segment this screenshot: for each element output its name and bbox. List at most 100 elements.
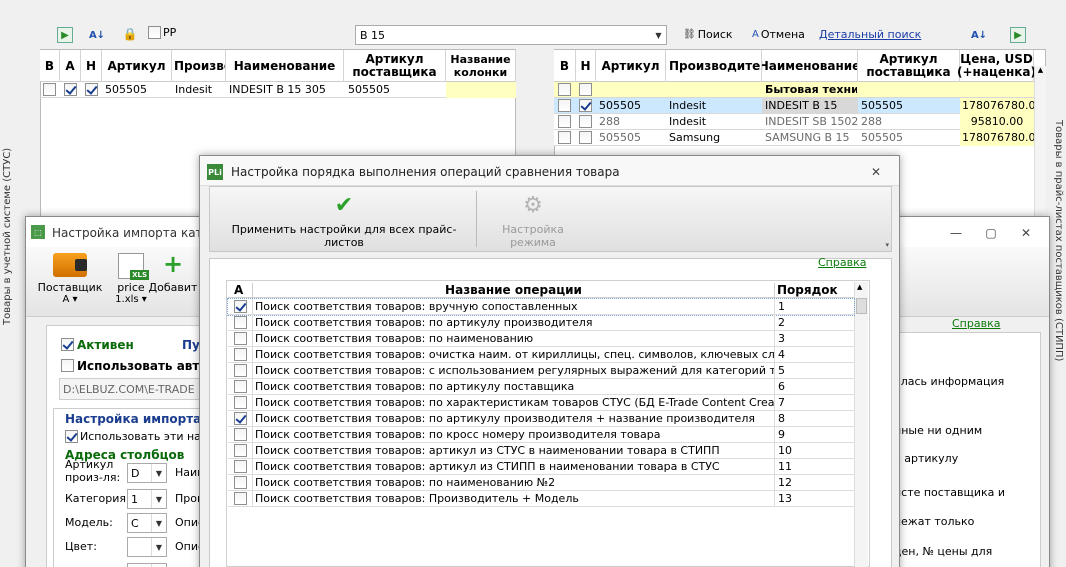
list-item[interactable]: Поиск соответствия товаров: артикул из С… xyxy=(228,458,854,475)
op-name: Поиск соответствия товаров: артикул из С… xyxy=(252,458,774,475)
list-item[interactable]: Поиск соответствия товаров: по характери… xyxy=(228,394,854,411)
list-item[interactable]: Поиск соответствия товаров: по наименова… xyxy=(228,474,854,491)
col-extra: Название колонки xyxy=(446,50,516,82)
column-select[interactable]: D ▼ xyxy=(127,463,167,483)
op-scroll-thumb[interactable] xyxy=(856,298,867,314)
column-select[interactable]: C ▼ xyxy=(127,513,167,533)
search-button[interactable]: ⛓ Поиск xyxy=(683,28,733,41)
cancel-button[interactable]: A Отмена xyxy=(752,28,805,41)
import-help-link[interactable]: Справка xyxy=(952,317,1000,330)
op-checkbox[interactable] xyxy=(233,412,247,425)
row-manufacturer: Samsung xyxy=(669,131,721,144)
list-item[interactable]: Поиск соответствия товаров: по наименова… xyxy=(228,330,854,347)
op-checkbox[interactable] xyxy=(233,316,247,329)
list-item[interactable]: Поиск соответствия товаров: артикул из С… xyxy=(228,442,854,459)
op-name: Поиск соответствия товаров: по наименова… xyxy=(252,474,774,491)
op-cell-a xyxy=(228,444,252,457)
table-row[interactable]: 505505 Indesit INDESIT B 15 505505 178076780… xyxy=(554,98,1034,114)
column-select[interactable]: 1 ▼ xyxy=(127,489,167,509)
group-b-checkbox[interactable] xyxy=(558,83,571,96)
op-checkbox[interactable] xyxy=(233,332,247,345)
op-checkbox[interactable] xyxy=(233,348,247,361)
row-b-checkbox[interactable] xyxy=(558,99,571,112)
row-b-checkbox[interactable] xyxy=(43,83,56,96)
table-row[interactable]: 288 Indesit INDESIT SB 15020 288 95810.00 xyxy=(554,114,1034,130)
rcol-manufacturer: Производитель xyxy=(666,50,762,82)
mode-settings-label: Настройка режима xyxy=(502,223,564,249)
export-icon[interactable]: ▶ xyxy=(1010,27,1026,43)
op-checkbox[interactable] xyxy=(233,476,247,489)
dialog-close-icon[interactable]: ✕ xyxy=(866,164,886,180)
toolbar-overflow-icon[interactable]: ▾ xyxy=(885,241,889,249)
sort-az-right-icon[interactable]: A↓ xyxy=(970,27,988,43)
pp-checkbox[interactable] xyxy=(148,26,161,39)
list-item[interactable]: Поиск соответствия товаров: вручную сопо… xyxy=(227,298,855,316)
add-button[interactable]: + Добавит xyxy=(148,251,198,313)
dialog-app-icon: PLi xyxy=(207,164,223,180)
close-icon[interactable]: ✕ xyxy=(1016,225,1036,241)
row-n-checkbox[interactable] xyxy=(579,115,592,128)
active-checkbox[interactable] xyxy=(61,338,74,351)
row-manufacturer: Indesit xyxy=(669,99,707,112)
op-checkbox[interactable] xyxy=(233,444,247,457)
op-order: 9 xyxy=(774,426,852,443)
row-b-checkbox[interactable] xyxy=(558,131,571,144)
use-auto-checkbox[interactable] xyxy=(61,359,74,372)
detailed-search-link[interactable]: Детальный поиск xyxy=(819,28,921,41)
op-name: Поиск соответствия товаров: с использова… xyxy=(252,362,774,379)
list-item[interactable]: Поиск соответствия товаров: с использова… xyxy=(228,362,854,379)
list-item[interactable]: Поиск соответствия товаров: по кросс ном… xyxy=(228,426,854,443)
op-checkbox[interactable] xyxy=(233,364,247,377)
table-row[interactable]: 505505 Samsung SAMSUNG B 15 505505 178076780… xyxy=(554,130,1034,146)
scroll-up-icon[interactable]: ▲ xyxy=(1035,66,1046,78)
right-text-1: алась информация xyxy=(894,375,1005,388)
row-n-checkbox[interactable] xyxy=(579,99,592,112)
left-table-row[interactable]: 505505 Indesit INDESIT B 15 305 505505 xyxy=(40,82,516,98)
chevron-down-icon: ▼ xyxy=(151,514,166,532)
row-manufacturer: Indesit xyxy=(669,115,707,128)
col-manufacturer: Производ xyxy=(172,50,226,82)
list-item[interactable]: Поиск соответствия товаров: по артикулу … xyxy=(228,410,854,427)
op-checkbox[interactable] xyxy=(233,300,247,313)
row-n-checkbox[interactable] xyxy=(85,83,98,96)
left-grid-header: В А Н Артикул Производ Наименование Арти… xyxy=(40,50,516,82)
row-article: 505505 xyxy=(599,131,641,144)
lock-icon[interactable]: 🔒 xyxy=(122,26,138,42)
column-select[interactable]: ▼ xyxy=(127,537,167,557)
op-order: 3 xyxy=(774,330,852,347)
column-select-value: 1 xyxy=(131,493,138,506)
search-button-label: Поиск xyxy=(697,28,733,41)
group-row[interactable]: Бытовая техник xyxy=(554,82,1034,98)
gear-icon: ⚙ xyxy=(523,193,543,218)
dialog-help-link[interactable]: Справка xyxy=(818,256,866,269)
mode-settings-button[interactable]: ⚙ Настройка режима xyxy=(478,193,588,249)
sort-az-icon[interactable]: A↓ xyxy=(88,27,106,43)
add-label: Добавит xyxy=(148,281,198,294)
list-item[interactable]: Поиск соответствия товаров: по артикулу … xyxy=(228,314,854,331)
row-b-checkbox[interactable] xyxy=(558,115,571,128)
supplier-button[interactable]: Поставщик А ▾ xyxy=(36,251,104,313)
search-select[interactable]: В 15 ▼ xyxy=(355,25,667,45)
rcol-article: Артикул xyxy=(596,50,666,82)
apply-settings-button[interactable]: ✔ Применить настройки для всех прайс-лис… xyxy=(214,193,474,249)
op-checkbox[interactable] xyxy=(233,428,247,441)
op-checkbox[interactable] xyxy=(233,396,247,409)
row-a-checkbox[interactable] xyxy=(64,83,77,96)
refresh-icon[interactable]: ▶ xyxy=(57,27,73,43)
list-item[interactable]: Поиск соответствия товаров: очистка наим… xyxy=(228,346,854,363)
maximize-icon[interactable]: ▢ xyxy=(981,225,1001,241)
use-these-checkbox[interactable] xyxy=(65,430,78,443)
op-checkbox[interactable] xyxy=(233,460,247,473)
op-scroll-up-icon[interactable]: ▲ xyxy=(857,283,862,291)
column-select[interactable]: ▼ xyxy=(127,563,167,567)
list-item[interactable]: Поиск соответствия товаров: Производител… xyxy=(228,490,854,507)
op-checkbox[interactable] xyxy=(233,380,247,393)
list-item[interactable]: Поиск соответствия товаров: по артикулу … xyxy=(228,378,854,395)
operations-scrollbar[interactable]: ▲ xyxy=(854,282,868,567)
group-n-checkbox[interactable] xyxy=(579,83,592,96)
right-text-3: о артикулу xyxy=(894,452,959,465)
minimize-icon[interactable]: — xyxy=(946,225,966,241)
op-checkbox[interactable] xyxy=(233,492,247,505)
row-n-checkbox[interactable] xyxy=(579,131,592,144)
row-article: 505505 xyxy=(105,83,147,96)
